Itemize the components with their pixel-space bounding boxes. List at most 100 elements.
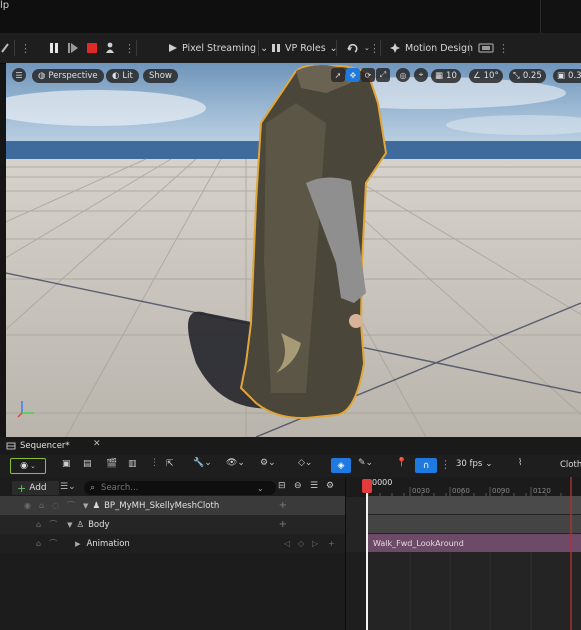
render-movie-icon[interactable]: 🎬 xyxy=(106,459,117,469)
list-icon[interactable]: ☰ xyxy=(310,481,318,491)
platforms-icon[interactable] xyxy=(478,39,494,57)
more-options-icon[interactable]: ⋮ xyxy=(20,39,31,57)
search-icon: ⌕ xyxy=(90,483,96,493)
auto-key-icon[interactable]: ⚙⌄ xyxy=(260,458,276,468)
perspective-label: Perspective xyxy=(48,71,98,81)
add-icon[interactable]: + xyxy=(279,500,287,511)
vp-roles-menu[interactable]: VP Roles ⌄ xyxy=(271,39,338,57)
world-space-icon[interactable]: ◎ xyxy=(396,68,410,82)
viewport-menu-icon[interactable]: ☰ xyxy=(12,68,26,82)
render-icon[interactable]: ▥ xyxy=(128,459,137,469)
vp-roles-label: VP Roles xyxy=(285,42,326,54)
playback-options-icon[interactable]: ⇱ xyxy=(166,459,174,469)
snapping-toggle[interactable]: ◈ xyxy=(331,458,351,473)
curve-editor-icon[interactable]: ✎⌄ xyxy=(358,458,373,468)
pin-icon[interactable]: ⌒ xyxy=(49,538,57,549)
lit-label: Lit xyxy=(122,71,133,81)
motion-design-button[interactable]: Motion Design xyxy=(389,39,473,57)
modes-icon[interactable] xyxy=(0,39,10,57)
link-icon[interactable]: ⊖ xyxy=(294,481,302,491)
cloth-label: Cloth xyxy=(560,460,581,470)
fps-dropdown[interactable]: 30 fps ⌄ xyxy=(456,459,492,469)
sequence-actions-button[interactable]: ◉ ⌄ xyxy=(10,458,46,474)
add-icon[interactable]: + xyxy=(279,519,287,530)
pixel-streaming-menu[interactable]: Pixel Streaming ⌄ xyxy=(168,39,268,57)
sequencer-icon xyxy=(6,442,16,450)
surface-snap-icon[interactable]: ⌖ xyxy=(414,68,428,82)
view-options-icon[interactable]: 👁⌄ xyxy=(226,458,245,468)
camera-speed-value: 0.3 xyxy=(568,71,581,81)
window-title-fragment: lp xyxy=(0,0,10,11)
perspective-button[interactable]: ◍ Perspective xyxy=(32,69,104,83)
lock-icon[interactable]: ⌂ xyxy=(36,539,41,548)
select-tool-icon[interactable]: ➚ xyxy=(331,68,345,82)
lock-icon[interactable]: ⌂ xyxy=(39,501,44,510)
filter-icon[interactable]: ☰⌄ xyxy=(60,482,76,492)
prev-key-icon[interactable]: ◁ xyxy=(284,539,290,548)
stop-button[interactable] xyxy=(86,39,98,57)
track-row[interactable]: ◉ ⌂ ◌ ⌒ ▼ ♟ BP_MyMH_SkellyMeshCloth + xyxy=(0,496,345,515)
search-input[interactable] xyxy=(99,482,254,494)
move-tool-icon[interactable]: ✥ xyxy=(346,68,360,82)
add-key-icon[interactable]: ◇ xyxy=(298,539,304,548)
window-control[interactable] xyxy=(540,0,581,33)
scale-snap-button[interactable]: ⤡ 0.25 xyxy=(509,69,546,83)
actor-track-lane[interactable] xyxy=(367,496,581,514)
timeline-area[interactable]: 0000 0030 0060 0090 0120 Walk_Fwd_LookAr… xyxy=(346,477,581,630)
scale-snap-value: 0.25 xyxy=(522,71,542,81)
motion-design-icon xyxy=(390,43,400,53)
step-frame-button[interactable] xyxy=(67,39,79,57)
marker-icon[interactable]: 📍 xyxy=(396,458,407,468)
grid-snap-button[interactable]: ▦ 10 xyxy=(431,69,461,83)
scale-tool-icon[interactable]: ⤢ xyxy=(376,68,390,82)
pause-button[interactable] xyxy=(48,39,60,57)
search-field[interactable]: ⌕ ⌄ xyxy=(84,481,276,495)
tab-sequencer[interactable]: Sequencer* xyxy=(6,439,70,453)
playhead-handle[interactable] xyxy=(362,479,372,493)
add-track-button[interactable]: + Add xyxy=(12,481,59,495)
chevron-down-icon: ⌄ xyxy=(485,459,493,469)
animation-section-label: Walk_Fwd_LookAround xyxy=(373,538,464,548)
settings-gear-icon[interactable]: ⚙ xyxy=(326,481,334,491)
solo-icon[interactable]: ◌ xyxy=(52,501,59,510)
fps-label: 30 fps xyxy=(456,459,483,469)
main-toolbar: ⋮ ⋮ Pixel Streaming ⌄ VP Roles ⌄ ⌄ ⋮ Mot… xyxy=(0,33,581,64)
pin-icon[interactable]: ⌒ xyxy=(67,500,75,511)
level-viewport[interactable]: ☰ ◍ Perspective ◐ Lit Show ➚ ✥ ⟳ ⤢ ◎ ⌖ ▦… xyxy=(6,63,581,437)
lock-icon[interactable]: ⌂ xyxy=(36,520,41,529)
expand-arrow-icon[interactable]: ▼ xyxy=(83,502,88,510)
expand-arrow-icon[interactable]: ▼ xyxy=(67,521,72,529)
show-button[interactable]: Show xyxy=(143,69,178,83)
key-interpolation-icon[interactable]: ◇⌄ xyxy=(298,458,312,468)
body-track-lane[interactable] xyxy=(367,515,581,533)
track-label: Animation xyxy=(86,538,130,549)
snap-toggle[interactable]: ∩ xyxy=(415,458,437,473)
skeletal-mesh-icon: ♙ xyxy=(76,519,85,530)
next-key-icon[interactable]: ▷ xyxy=(312,539,318,548)
possess-eject-icon[interactable] xyxy=(104,39,116,57)
track-row[interactable]: ⌂ ⌒ ▼ ♙ Body + xyxy=(0,515,345,534)
expand-arrow-icon[interactable]: ▶ xyxy=(75,540,80,548)
rotate-tool-icon[interactable]: ⟳ xyxy=(361,68,375,82)
rotation-snap-button[interactable]: ∠ 10° xyxy=(469,69,503,83)
ruler-tick-label: 0060 xyxy=(452,487,470,495)
eye-icon[interactable]: ◉ xyxy=(24,501,31,510)
playhead-line[interactable] xyxy=(366,493,368,630)
add-icon[interactable]: + xyxy=(328,539,335,548)
pin-icon[interactable]: ⌒ xyxy=(49,519,57,530)
close-tab-icon[interactable]: ✕ xyxy=(93,439,101,449)
collapse-icon[interactable]: ⊟ xyxy=(278,481,286,491)
track-row[interactable]: ⌂ ⌒ ▶ Animation ◁ ◇ ▷ + xyxy=(0,534,345,553)
track-outliner: + Add ☰⌄ ⌕ ⌄ ⊟ ⊖ ☰ ⚙ ◉ ⌂ ◌ ⌒ ▼ ♟ BP_MyMH… xyxy=(0,477,346,630)
camera-speed-button[interactable]: ▣ 0.3 xyxy=(553,69,581,83)
time-ruler[interactable]: 0000 0030 0060 0090 0120 xyxy=(346,477,581,497)
find-in-browser-icon[interactable]: ▤ xyxy=(83,459,92,469)
save-icon[interactable]: ▣ xyxy=(62,459,71,469)
ruler-tick-label: 0120 xyxy=(533,487,551,495)
undo-history-icon[interactable]: ⌄ xyxy=(346,39,370,57)
lit-button[interactable]: ◐ Lit xyxy=(106,69,139,83)
end-marker[interactable] xyxy=(570,477,572,630)
animation-section[interactable]: Walk_Fwd_LookAround xyxy=(367,534,581,552)
curve-editor-toggle-icon[interactable]: ⌇ xyxy=(518,458,522,468)
edit-tools-icon[interactable]: 🔧⌄ xyxy=(193,458,212,468)
